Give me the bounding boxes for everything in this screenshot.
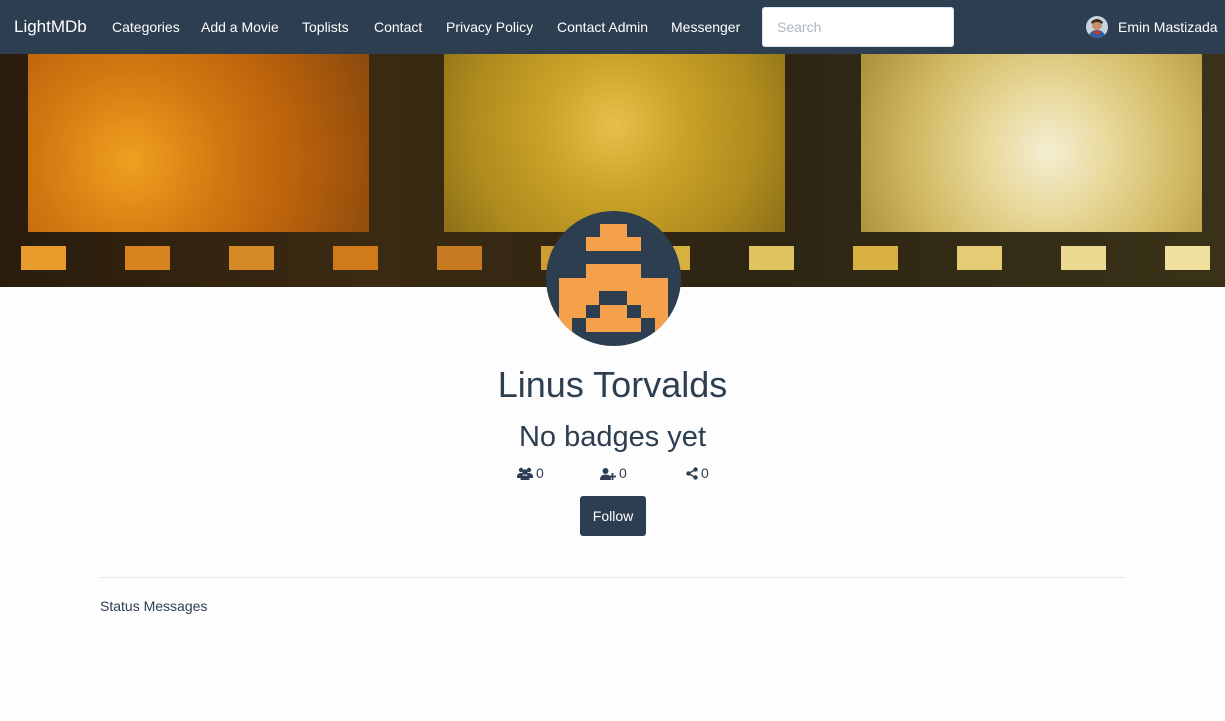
shares-count: 0 xyxy=(701,465,709,481)
following-count: 0 xyxy=(619,465,627,481)
status-messages-title: Status Messages xyxy=(100,598,208,614)
film-frame xyxy=(28,54,369,232)
film-perforation xyxy=(1165,246,1210,270)
film-perforation xyxy=(437,246,482,270)
share-alt-icon xyxy=(686,466,698,480)
nav-item-contact-admin[interactable]: Contact Admin xyxy=(557,19,648,35)
following-stat[interactable]: 0 xyxy=(600,465,627,481)
nav-item-contact[interactable]: Contact xyxy=(374,19,422,35)
user-name: Emin Mastizada xyxy=(1118,19,1218,35)
film-perforation xyxy=(853,246,898,270)
users-icon xyxy=(517,467,533,480)
film-perforation xyxy=(1061,246,1106,270)
profile-name: Linus Torvalds xyxy=(497,364,728,405)
film-perforation xyxy=(21,246,66,270)
profile-avatar xyxy=(546,211,681,346)
film-perforation xyxy=(957,246,1002,270)
search-input[interactable] xyxy=(762,7,954,47)
badges-text: No badges yet xyxy=(518,421,706,453)
nav-item-add-movie[interactable]: Add a Movie xyxy=(201,19,279,35)
navbar: LightMDb Categories Add a Movie Toplists… xyxy=(0,0,1225,54)
followers-count: 0 xyxy=(536,465,544,481)
film-perforation xyxy=(229,246,274,270)
follow-button[interactable]: Follow xyxy=(580,496,646,536)
user-menu[interactable]: Emin Mastizada xyxy=(1086,16,1218,38)
nav-item-privacy-policy[interactable]: Privacy Policy xyxy=(446,19,533,35)
nav-item-toplists[interactable]: Toplists xyxy=(302,19,349,35)
shares-stat[interactable]: 0 xyxy=(686,465,709,481)
followers-stat[interactable]: 0 xyxy=(517,465,544,481)
film-frame xyxy=(861,54,1202,232)
nav-item-categories[interactable]: Categories xyxy=(112,19,180,35)
brand-logo[interactable]: LightMDb xyxy=(14,17,87,37)
film-perforation xyxy=(333,246,378,270)
film-perforation xyxy=(125,246,170,270)
user-plus-icon xyxy=(600,467,616,480)
user-avatar xyxy=(1086,16,1108,38)
film-perforation xyxy=(749,246,794,270)
section-divider xyxy=(100,577,1126,578)
nav-item-messenger[interactable]: Messenger xyxy=(671,19,740,35)
film-frame xyxy=(444,54,785,232)
